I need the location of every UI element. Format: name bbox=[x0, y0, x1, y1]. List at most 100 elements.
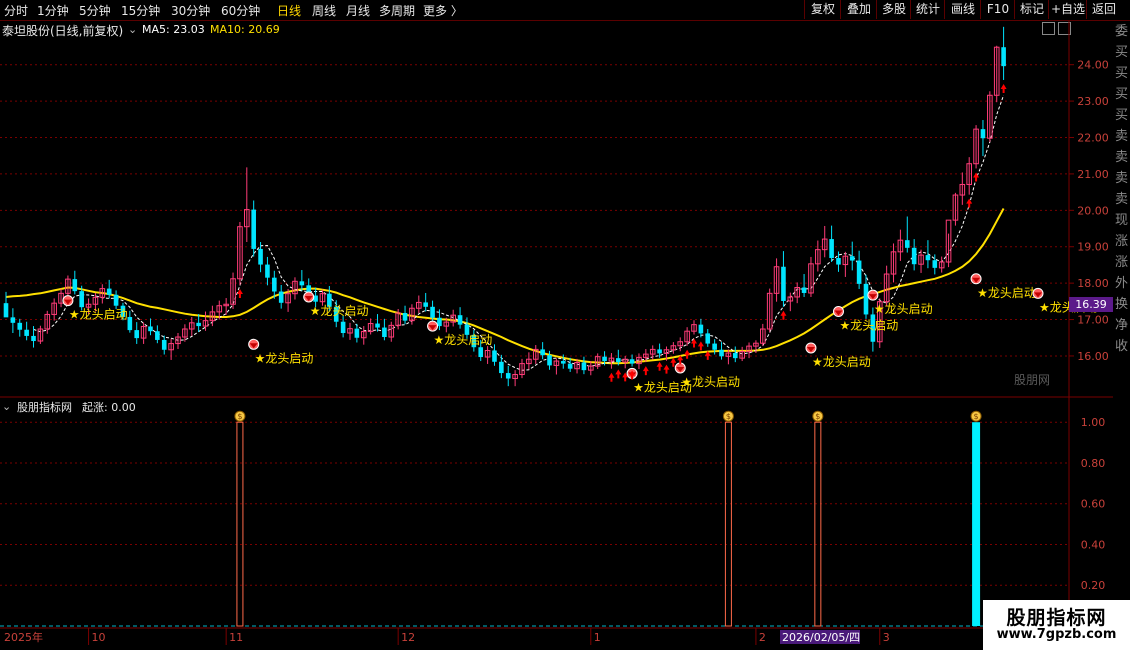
quote-strip-char: 卖 bbox=[1114, 171, 1128, 186]
quote-strip-char: 买 bbox=[1114, 45, 1128, 60]
price-tick-label: 19.00 bbox=[1077, 241, 1109, 254]
candle-body bbox=[457, 315, 463, 325]
candle-body bbox=[265, 264, 270, 278]
price-tick-label: 17.00 bbox=[1077, 314, 1109, 327]
candle-body bbox=[712, 343, 717, 350]
up-arrow-icon bbox=[236, 288, 243, 298]
candle-body bbox=[24, 329, 29, 336]
site-watermark: 股朋指标网 www.7gpzb.com bbox=[983, 600, 1130, 650]
quote-strip-char: 涨 bbox=[1114, 255, 1128, 270]
up-arrow-icon bbox=[684, 349, 691, 359]
candle-body bbox=[602, 356, 607, 362]
candle-body bbox=[375, 323, 380, 328]
candle-body bbox=[127, 316, 133, 331]
dragon-start-label: ★龙头启动 bbox=[255, 351, 314, 365]
price-tick-label: 21.00 bbox=[1077, 168, 1109, 181]
current-price-tag: 16.39 bbox=[1069, 297, 1113, 312]
candle-body bbox=[299, 281, 305, 286]
indicator-tick-label: 0.40 bbox=[1081, 538, 1106, 551]
signal-markers: ★龙头启动 ★龙头启动 ★龙头启动 ★龙头启动 ★龙头启动 ★龙头启动 ★龙头启动 ★龙头启动… bbox=[62, 83, 1098, 394]
candle-body bbox=[540, 349, 545, 356]
candle-body bbox=[801, 287, 807, 293]
indicator-tick-label: 0.20 bbox=[1081, 579, 1106, 592]
dragon-start-label: ★龙头启动 bbox=[812, 355, 871, 369]
candle-body bbox=[781, 266, 786, 301]
candle-body bbox=[836, 258, 841, 265]
money-bag-icon-glyph: $ bbox=[237, 412, 242, 421]
indicator-title: 股朋指标网 bbox=[17, 401, 72, 414]
candle-body bbox=[148, 326, 153, 332]
candle-body bbox=[134, 330, 140, 339]
candle-body bbox=[3, 303, 9, 318]
cursor-date-label: 2026/02/05/四 bbox=[782, 631, 860, 644]
candle-body bbox=[106, 288, 112, 295]
candle-body bbox=[616, 358, 621, 363]
watermark-title: 股朋指标网 bbox=[1006, 607, 1107, 629]
candle-body bbox=[354, 328, 360, 338]
candle-body bbox=[980, 129, 986, 139]
up-arrow-icon bbox=[697, 341, 704, 351]
up-arrow-icon bbox=[656, 361, 663, 371]
quote-strip-char: 外 bbox=[1114, 276, 1128, 291]
quote-strip-char: 换 bbox=[1114, 297, 1128, 312]
up-arrow-icon bbox=[1000, 83, 1007, 93]
candle-body bbox=[72, 279, 78, 292]
quote-strip-char: 收 bbox=[1114, 339, 1128, 354]
dragon-start-label: ★龙头启动 bbox=[681, 375, 740, 389]
candle-body bbox=[402, 312, 408, 321]
candle-body bbox=[79, 291, 84, 308]
candle-body bbox=[829, 239, 834, 259]
price-tick-label: 18.00 bbox=[1077, 277, 1109, 290]
candle-body bbox=[478, 347, 484, 358]
candle-body bbox=[732, 353, 738, 359]
candle-body bbox=[932, 260, 938, 268]
price-tick-label: 20.00 bbox=[1077, 204, 1109, 217]
candle-body bbox=[196, 322, 201, 327]
candle-body bbox=[155, 331, 160, 340]
quote-strip-char: 买 bbox=[1114, 87, 1128, 102]
candle-body bbox=[423, 302, 428, 307]
grid-lines bbox=[0, 21, 1113, 629]
indicator-tick-label: 0.80 bbox=[1081, 457, 1106, 470]
price-tick-label: 23.00 bbox=[1077, 95, 1109, 108]
candle-body bbox=[340, 321, 346, 334]
month-label: 12 bbox=[401, 631, 415, 644]
price-tick-label: 24.00 bbox=[1077, 59, 1109, 72]
candle-body bbox=[911, 247, 917, 265]
quote-strip-char: 买 bbox=[1114, 66, 1128, 81]
indicator-collapse-icon[interactable]: ⌄ bbox=[2, 400, 11, 413]
quote-strip-char: 净 bbox=[1114, 318, 1128, 333]
candle-body bbox=[560, 361, 566, 364]
candle-body bbox=[10, 317, 16, 323]
indicator-tick-label: 0.60 bbox=[1081, 498, 1106, 511]
candle-body bbox=[430, 306, 435, 318]
candle-body bbox=[382, 327, 387, 338]
candle-body bbox=[581, 362, 587, 371]
candle-body bbox=[161, 339, 167, 350]
candle-body bbox=[925, 255, 931, 261]
price-chart[interactable]: ★龙头启动 ★龙头启动 ★龙头启动 ★龙头启动 ★龙头启动 ★龙头启动 ★龙头启动 ★龙头启动… bbox=[0, 0, 1130, 650]
candle-body bbox=[492, 350, 497, 362]
price-axis: 16.00 17.00 18.00 19.00 20.00 21.00 22.00 23.00… bbox=[1069, 59, 1109, 363]
month-label: 10 bbox=[92, 631, 106, 644]
date-axis-year: 2025年 bbox=[4, 630, 43, 644]
up-arrow-icon bbox=[780, 310, 787, 320]
up-arrow-icon bbox=[608, 372, 615, 382]
candle-body bbox=[856, 260, 862, 284]
quote-strip-char: 买 bbox=[1114, 108, 1128, 123]
candle-body bbox=[251, 209, 256, 249]
month-label: 11 bbox=[229, 631, 243, 644]
dragon-start-label: ★龙头启动 bbox=[977, 286, 1036, 300]
dragon-start-label: ★龙头启动 bbox=[310, 304, 369, 318]
candle-body bbox=[258, 248, 263, 265]
candle-body bbox=[657, 349, 662, 354]
signal-bar bbox=[814, 421, 822, 627]
money-bag-icon-glyph: $ bbox=[974, 412, 979, 421]
up-arrow-icon bbox=[966, 198, 973, 208]
ma10-line bbox=[5, 208, 1005, 365]
quote-strip-char: 卖 bbox=[1114, 192, 1128, 207]
candle-body bbox=[278, 291, 284, 303]
candle-body bbox=[272, 277, 277, 292]
quote-strip-char: 委 bbox=[1114, 24, 1128, 39]
signal-bar bbox=[724, 421, 732, 627]
